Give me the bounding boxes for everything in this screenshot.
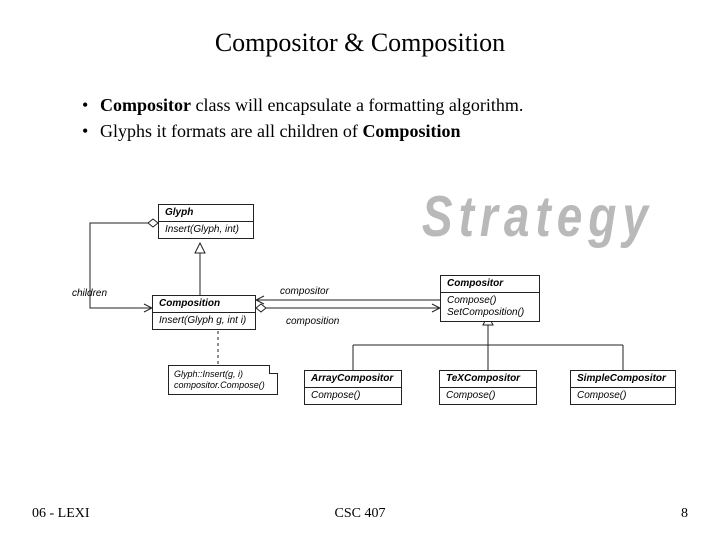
class-tex-op: Compose() [440, 388, 536, 404]
class-composition: Composition Insert(Glyph g, int i) [152, 295, 256, 330]
class-compositor-op1: Compose() [447, 295, 533, 307]
note-line-1: Glyph::Insert(g, i) [174, 369, 272, 380]
class-compositor-op2: SetComposition() [447, 307, 533, 319]
note-line-2: compositor.Compose() [174, 380, 272, 391]
label-compositor-role: compositor [280, 286, 329, 297]
class-tex-compositor: TeXCompositor Compose() [439, 370, 537, 405]
note-fold-icon [269, 365, 278, 374]
bullet-list: Compositor class will encapsulate a form… [42, 92, 720, 144]
label-children: children [72, 288, 107, 299]
slide: Compositor & Composition Compositor clas… [0, 0, 720, 540]
class-compositor-ops: Compose() SetComposition() [441, 293, 539, 321]
uml-diagram: Strategy [70, 190, 650, 470]
diagram-lines [70, 190, 650, 470]
page-title: Compositor & Composition [0, 0, 720, 58]
class-tex-name: TeXCompositor [440, 371, 536, 388]
uml-note: Glyph::Insert(g, i) compositor.Compose() [168, 365, 278, 395]
class-simple-op: Compose() [571, 388, 675, 404]
class-array-compositor: ArrayCompositor Compose() [304, 370, 402, 405]
class-composition-name: Composition [153, 296, 255, 313]
bullet-2-bold: Composition [362, 121, 460, 141]
class-glyph-name: Glyph [159, 205, 253, 222]
bullet-2: Glyphs it formats are all children of Co… [82, 118, 720, 144]
class-simple-compositor: SimpleCompositor Compose() [570, 370, 676, 405]
class-composition-op: Insert(Glyph g, int i) [153, 313, 255, 329]
bullet-1-bold: Compositor [100, 95, 191, 115]
footer-center: CSC 407 [0, 506, 720, 522]
class-compositor: Compositor Compose() SetComposition() [440, 275, 540, 322]
bullet-1: Compositor class will encapsulate a form… [82, 92, 720, 118]
label-composition-role: composition [286, 316, 339, 327]
class-glyph-op: Insert(Glyph, int) [159, 222, 253, 238]
class-compositor-name: Compositor [441, 276, 539, 293]
class-array-op: Compose() [305, 388, 401, 404]
class-simple-name: SimpleCompositor [571, 371, 675, 388]
class-array-name: ArrayCompositor [305, 371, 401, 388]
bullet-2-pre: Glyphs it formats are all children of [100, 121, 362, 141]
footer-page-number: 8 [681, 506, 688, 522]
class-glyph: Glyph Insert(Glyph, int) [158, 204, 254, 239]
bullet-1-rest: class will encapsulate a formatting algo… [191, 95, 523, 115]
